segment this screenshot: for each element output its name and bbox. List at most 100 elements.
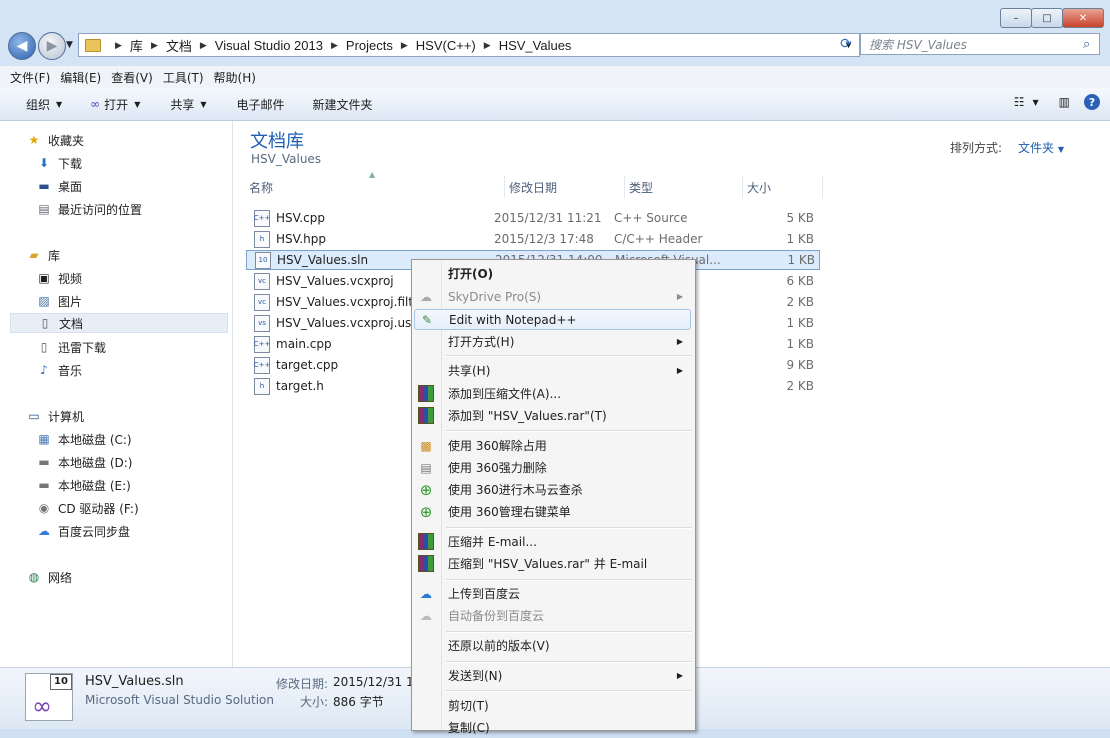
nav-pictures[interactable]: ▨ 图片 bbox=[36, 291, 82, 311]
menu-open-with[interactable]: 打开方式(H) ▶ bbox=[414, 331, 691, 352]
file-type: C/C++ Header bbox=[614, 232, 703, 246]
view-mode-icon[interactable]: ☷ bbox=[1014, 95, 1025, 109]
nav-disk-d[interactable]: ▬ 本地磁盘 (D:) bbox=[36, 452, 132, 472]
nav-cd-f[interactable]: ◉ CD 驱动器 (F:) bbox=[36, 498, 139, 518]
baidu-upload-icon: ☁ bbox=[420, 586, 432, 601]
column-name[interactable]: 名称 ▲ bbox=[245, 170, 505, 198]
nav-disk-e[interactable]: ▬ 本地磁盘 (E:) bbox=[36, 475, 130, 495]
unlock-360-icon: ▩ bbox=[420, 438, 432, 453]
menu-view[interactable]: 查看(V) bbox=[111, 69, 153, 86]
solution-file-large-icon: 10 ∞ bbox=[25, 673, 73, 721]
nav-desktop[interactable]: ▬ 桌面 bbox=[36, 176, 82, 196]
email-button[interactable]: 电子邮件 bbox=[237, 96, 285, 113]
menu-360-unlock[interactable]: ▩ 使用 360解除占用 bbox=[414, 435, 691, 456]
drive-icon: ▬ bbox=[38, 455, 50, 469]
menu-cut[interactable]: 剪切(T) bbox=[414, 695, 691, 716]
recent-pages-dropdown-icon[interactable]: ▼ bbox=[66, 40, 73, 50]
details-modified-label: 修改日期: bbox=[276, 677, 329, 691]
column-date[interactable]: 修改日期 bbox=[505, 176, 625, 198]
navigation-pane: ★ 收藏夹 ⬇ 下载 ▬ 桌面 ▤ 最近访问的位置 ▰ 库 ▣ 视频 ▨ 图片 … bbox=[0, 121, 233, 667]
file-name: HSV_Values.sln bbox=[277, 253, 369, 267]
menu-360-delete[interactable]: ▤ 使用 360强力删除 bbox=[414, 457, 691, 478]
nav-pictures-label: 图片 bbox=[58, 294, 83, 309]
minimize-button[interactable]: – bbox=[1000, 8, 1032, 28]
nav-baidu-sync[interactable]: ☁ 百度云同步盘 bbox=[36, 521, 130, 541]
organize-button[interactable]: 组织 ▼ bbox=[26, 96, 62, 113]
menu-edit[interactable]: 编辑(E) bbox=[60, 69, 101, 86]
open-button[interactable]: ∞ 打开 ▼ bbox=[90, 96, 140, 113]
search-box[interactable]: 搜索 HSV_Values ⌕ bbox=[860, 33, 1100, 55]
chevron-right-icon[interactable]: ▶ bbox=[484, 40, 491, 51]
search-input[interactable]: 搜索 HSV_Values bbox=[869, 36, 1083, 53]
menu-help[interactable]: 帮助(H) bbox=[214, 69, 256, 86]
menu-360-scan[interactable]: ⊕ 使用 360进行木马云查杀 bbox=[414, 479, 691, 500]
chevron-right-icon[interactable]: ▶ bbox=[115, 40, 122, 51]
column-type[interactable]: 类型 bbox=[625, 176, 743, 198]
nav-libraries[interactable]: ▰ 库 bbox=[26, 245, 60, 265]
menu-send-to[interactable]: 发送到(N) ▶ bbox=[414, 665, 691, 686]
arrange-dropdown[interactable]: 文件夹 ▼ bbox=[1018, 139, 1064, 156]
breadcrumb-vs2013[interactable]: Visual Studio 2013 bbox=[215, 38, 323, 53]
menu-separator bbox=[446, 661, 692, 663]
menu-share[interactable]: 共享(H) ▶ bbox=[414, 360, 691, 381]
nav-music[interactable]: ♪ 音乐 bbox=[36, 360, 82, 380]
menu-open[interactable]: 打开(O) bbox=[414, 263, 691, 284]
close-button[interactable]: ✕ bbox=[1062, 8, 1104, 28]
nav-computer[interactable]: ▭ 计算机 bbox=[26, 406, 84, 426]
help-icon[interactable]: ? bbox=[1084, 94, 1100, 110]
address-bar[interactable]: ▶ 库 ▶ 文档 ▶ Visual Studio 2013 ▶ Projects… bbox=[78, 33, 860, 57]
share-button[interactable]: 共享 ▼ bbox=[170, 96, 206, 113]
back-button[interactable]: ◀ bbox=[8, 32, 36, 60]
nav-documents[interactable]: ▯ 文档 bbox=[10, 313, 228, 333]
breadcrumb-documents[interactable]: 文档 bbox=[166, 36, 192, 55]
menu-add-rar[interactable]: 添加到 "HSV_Values.rar"(T) bbox=[414, 405, 691, 426]
nav-disk-c[interactable]: ▦ 本地磁盘 (C:) bbox=[36, 429, 131, 449]
menu-edit-notepadpp[interactable]: ✎ Edit with Notepad++ bbox=[414, 309, 691, 330]
column-size[interactable]: 大小 bbox=[743, 176, 823, 198]
nav-downloads[interactable]: ⬇ 下载 bbox=[36, 153, 82, 173]
nav-network[interactable]: ◍ 网络 bbox=[26, 567, 72, 587]
plus-360-icon: ⊕ bbox=[419, 502, 433, 521]
search-icon[interactable]: ⌕ bbox=[1083, 37, 1099, 52]
arrange-label: 排列方式: bbox=[949, 141, 1002, 155]
menu-360-manage[interactable]: ⊕ 使用 360管理右键菜单 bbox=[414, 501, 691, 522]
menu-notepadpp-label: Edit with Notepad++ bbox=[449, 312, 577, 327]
menu-360-delete-label: 使用 360强力删除 bbox=[448, 461, 547, 475]
breadcrumb-library[interactable]: 库 bbox=[130, 36, 143, 55]
nav-recent[interactable]: ▤ 最近访问的位置 bbox=[36, 199, 142, 219]
menu-compress-email[interactable]: 压缩并 E-mail... bbox=[414, 531, 691, 552]
file-size: 1 KB bbox=[786, 337, 814, 351]
menu-compress-email-label: 压缩并 E-mail... bbox=[448, 535, 537, 549]
menu-restore[interactable]: 还原以前的版本(V) bbox=[414, 635, 691, 656]
file-row[interactable]: C++ HSV.cpp 2015/12/31 11:21 C++ Source 5… bbox=[246, 208, 820, 228]
menu-add-archive[interactable]: 添加到压缩文件(A)... bbox=[414, 383, 691, 404]
breadcrumb-projects[interactable]: Projects bbox=[346, 38, 393, 53]
chevron-right-icon[interactable]: ▶ bbox=[331, 40, 338, 51]
forward-button[interactable]: ▶ bbox=[38, 32, 66, 60]
nav-baidu-sync-label: 百度云同步盘 bbox=[58, 524, 131, 539]
breadcrumb-hsv[interactable]: HSV(C++) bbox=[416, 38, 476, 53]
open-label: 打开 bbox=[104, 97, 129, 112]
chevron-right-icon[interactable]: ▶ bbox=[401, 40, 408, 51]
breadcrumb-hsv-values[interactable]: HSV_Values bbox=[499, 38, 572, 53]
chevron-down-icon[interactable]: ▼ bbox=[1033, 98, 1039, 107]
nav-xunlei[interactable]: ▯ 迅雷下载 bbox=[36, 337, 106, 357]
new-folder-button[interactable]: 新建文件夹 bbox=[313, 96, 373, 113]
nav-videos[interactable]: ▣ 视频 bbox=[36, 268, 82, 288]
menu-tools[interactable]: 工具(T) bbox=[163, 69, 204, 86]
menu-file[interactable]: 文件(F) bbox=[10, 69, 50, 86]
menu-360-unlock-label: 使用 360解除占用 bbox=[448, 439, 547, 453]
refresh-icon[interactable]: ⟳ bbox=[834, 33, 858, 55]
email-label: 电子邮件 bbox=[236, 97, 285, 112]
column-date-label: 修改日期 bbox=[509, 180, 558, 195]
nav-favorites[interactable]: ★ 收藏夹 bbox=[26, 130, 84, 150]
menu-upload-baidu[interactable]: ☁ 上传到百度云 bbox=[414, 583, 691, 604]
chevron-right-icon[interactable]: ▶ bbox=[200, 40, 207, 51]
preview-pane-icon[interactable]: ▥ bbox=[1059, 95, 1070, 109]
file-row[interactable]: h HSV.hpp 2015/12/3 17:48 C/C++ Header 1 … bbox=[246, 229, 820, 249]
nav-xunlei-label: 迅雷下载 bbox=[58, 340, 107, 355]
chevron-right-icon[interactable]: ▶ bbox=[151, 40, 158, 51]
submenu-arrow-icon: ▶ bbox=[676, 366, 683, 375]
menu-compress-rar-email[interactable]: 压缩到 "HSV_Values.rar" 并 E-mail bbox=[414, 553, 691, 574]
maximize-button[interactable]: □ bbox=[1031, 8, 1063, 28]
